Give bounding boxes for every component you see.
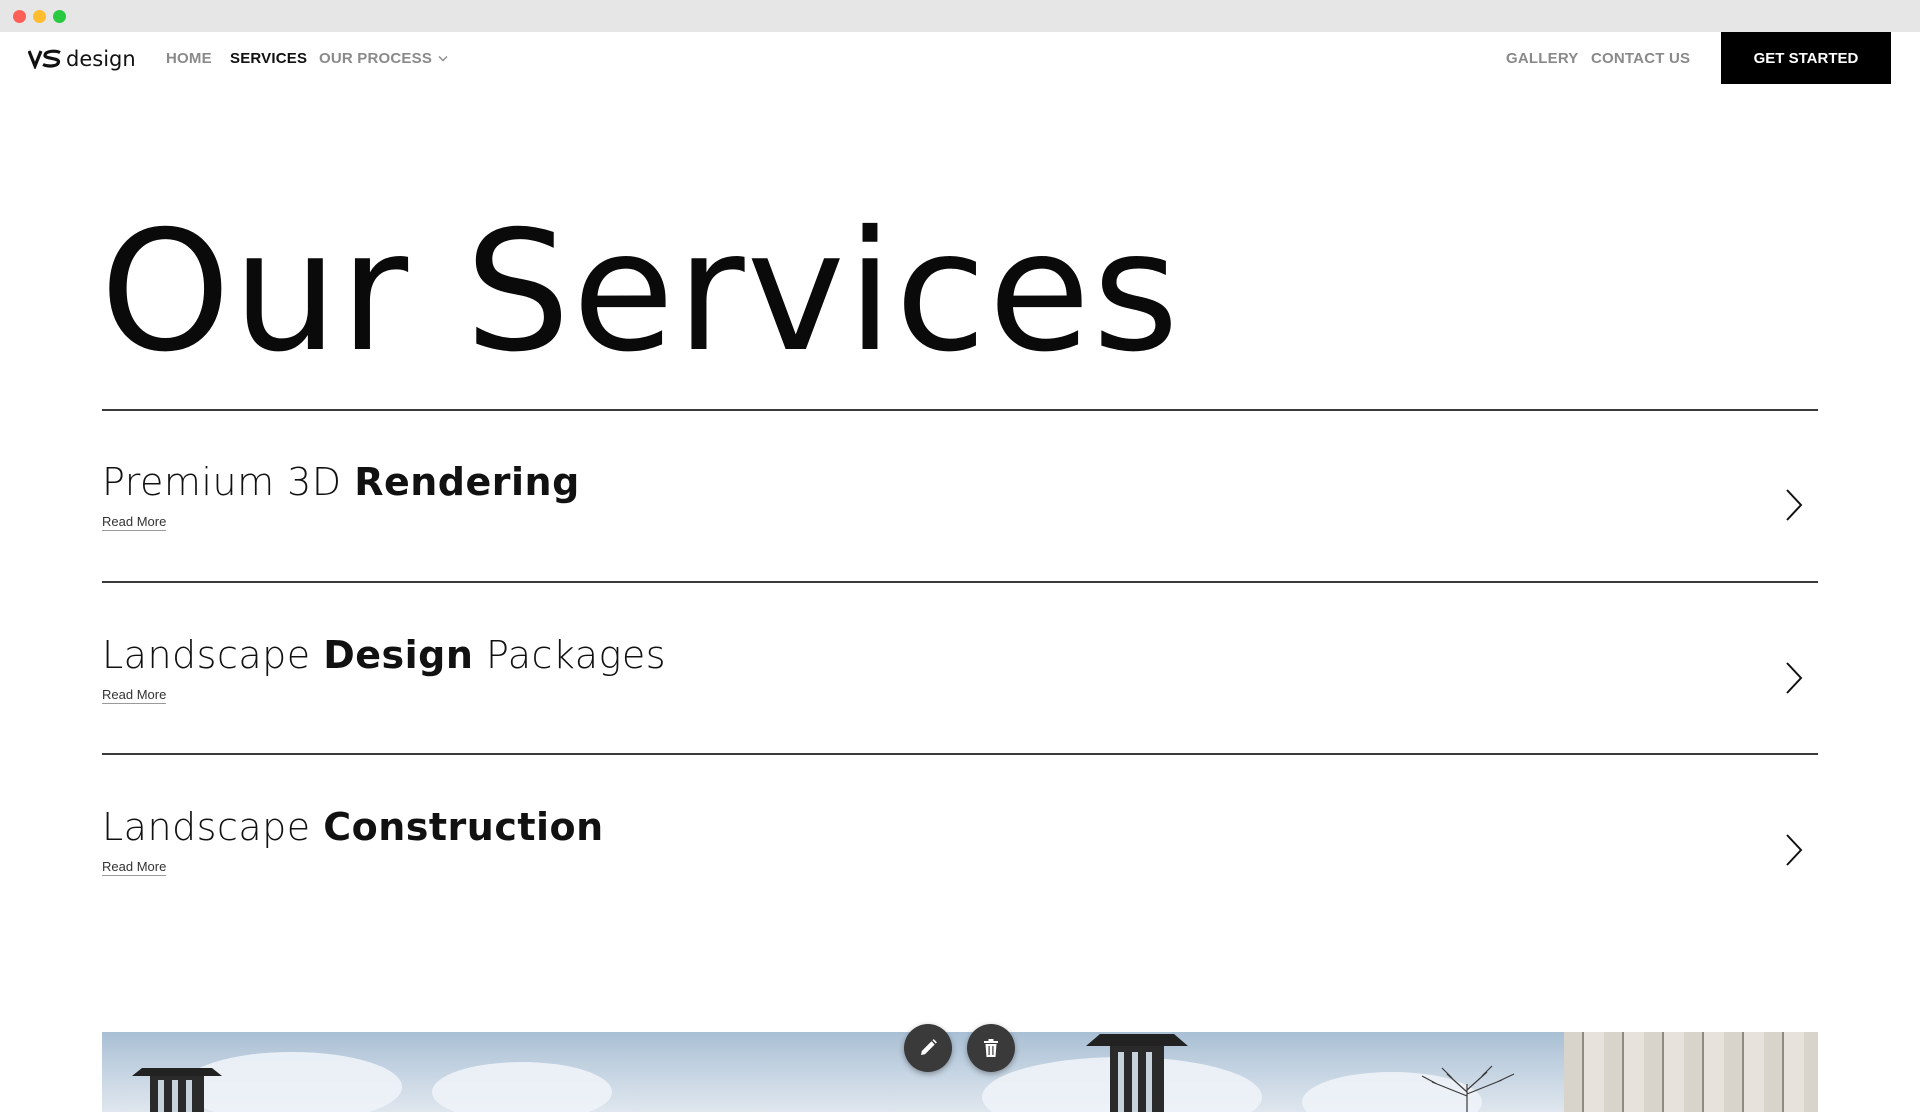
building bbox=[1564, 1032, 1818, 1112]
window-minimize-button[interactable] bbox=[33, 10, 46, 23]
delete-button[interactable] bbox=[967, 1024, 1015, 1072]
chevron-right-icon[interactable] bbox=[1782, 660, 1806, 696]
chevron-right-icon[interactable] bbox=[1782, 832, 1806, 868]
chevron-down-icon bbox=[438, 56, 448, 62]
service-title: Premium 3D Rendering bbox=[102, 459, 580, 505]
logo-text: design bbox=[66, 47, 136, 71]
nav-our-process-label: OUR PROCESS bbox=[319, 50, 433, 67]
site-header: design HOME SERVICES OUR PROCESS GALLERY… bbox=[0, 32, 1920, 86]
window-close-button[interactable] bbox=[13, 10, 26, 23]
nav-gallery[interactable]: GALLERY bbox=[1506, 50, 1579, 67]
window-titlebar bbox=[0, 0, 1920, 32]
get-started-button[interactable]: GET STARTED bbox=[1721, 32, 1891, 84]
chevron-right-icon[interactable] bbox=[1782, 487, 1806, 523]
divider bbox=[102, 409, 1818, 411]
service-item-premium-3d-rendering[interactable]: Premium 3D Rendering Read More bbox=[102, 459, 1818, 629]
window-zoom-button[interactable] bbox=[53, 10, 66, 23]
read-more-link[interactable]: Read More bbox=[102, 687, 167, 704]
service-item-landscape-construction[interactable]: Landscape Construction Read More bbox=[102, 804, 1818, 974]
nav-services[interactable]: SERVICES bbox=[230, 50, 307, 67]
service-title-part: Packages bbox=[473, 633, 667, 677]
site-logo[interactable]: design bbox=[28, 44, 136, 74]
service-item-landscape-design-packages[interactable]: Landscape Design Packages Read More bbox=[102, 632, 1818, 802]
nav-our-process[interactable]: OUR PROCESS bbox=[319, 50, 448, 67]
service-title-part: Design bbox=[323, 633, 474, 677]
hero-image bbox=[102, 1032, 1818, 1112]
page-title: Our Services bbox=[100, 196, 1181, 389]
edit-button[interactable] bbox=[904, 1024, 952, 1072]
service-title-part: Landscape bbox=[102, 633, 324, 677]
service-title-part: Premium 3D bbox=[102, 460, 355, 504]
service-title: Landscape Design Packages bbox=[102, 632, 666, 678]
read-more-link[interactable]: Read More bbox=[102, 514, 167, 531]
service-title: Landscape Construction bbox=[102, 804, 604, 850]
service-title-part: Rendering bbox=[354, 460, 580, 504]
nav-home[interactable]: HOME bbox=[166, 50, 212, 67]
nav-contact-us[interactable]: CONTACT US bbox=[1591, 50, 1690, 67]
read-more-link[interactable]: Read More bbox=[102, 859, 167, 876]
service-title-part: Landscape bbox=[102, 805, 324, 849]
vs-logo-icon bbox=[28, 49, 61, 69]
trash-icon bbox=[984, 1039, 998, 1057]
service-title-part: Construction bbox=[323, 805, 604, 849]
pencil-icon bbox=[921, 1039, 937, 1055]
